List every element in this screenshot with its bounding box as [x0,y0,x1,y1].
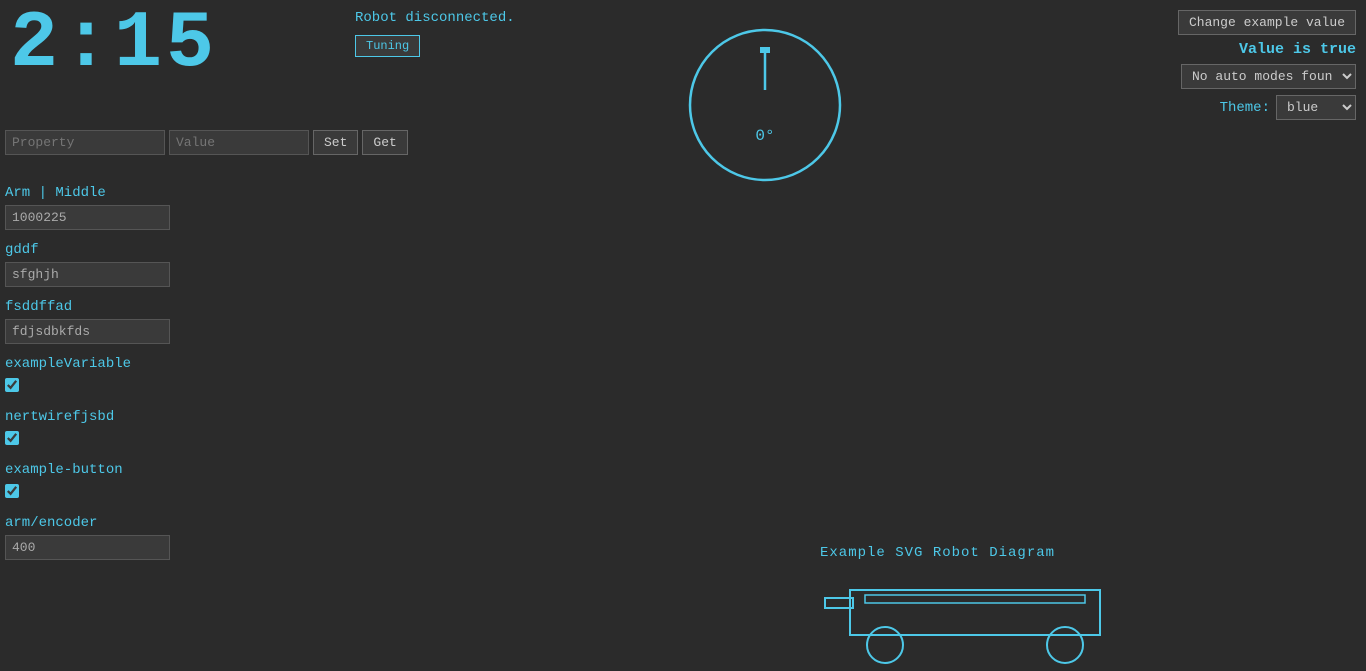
set-button[interactable]: Set [313,130,358,155]
value-status: Value is true [1239,41,1356,58]
tuning-checkbox-examplevariable[interactable] [5,378,19,392]
theme-row: Theme: blue dark light [1220,95,1356,120]
value-input[interactable] [169,130,309,155]
tuning-label-nertwirefjsbd: nertwirefjsbd [5,409,190,425]
gyro-svg: 0° [680,20,850,190]
tuning-group-examplevariable: exampleVariable [5,356,190,397]
theme-select[interactable]: blue dark light [1276,95,1356,120]
tuning-label-fsddffad: fsddffad [5,299,190,315]
tuning-group-gddf: gddf [5,242,190,287]
tuning-button[interactable]: Tuning [355,35,420,57]
tuning-input-fsddffad[interactable] [5,319,170,344]
tuning-label-examplevariable: exampleVariable [5,356,190,372]
right-panel: Change example value Value is true No au… [1178,10,1356,120]
robot-diagram-label: Example SVG Robot Diagram [820,545,1055,561]
property-value-row: Set Get [5,130,408,155]
tuning-input-arm-encoder[interactable] [5,535,170,560]
tuning-group-example-button: example-button [5,462,190,503]
tuning-group-arm-middle: Arm | Middle [5,185,190,230]
tuning-label-arm-encoder: arm/encoder [5,515,190,531]
change-example-button[interactable]: Change example value [1178,10,1356,35]
tuning-group-fsddffad: fsddffad [5,299,190,344]
robot-status: Robot disconnected. [355,10,515,26]
gyro-container: 0° [680,20,850,195]
tuning-label-example-button: example-button [5,462,190,478]
auto-modes-select[interactable]: No auto modes found [1181,64,1356,89]
tuning-input-arm-middle[interactable] [5,205,170,230]
tuning-checkbox-nertwirefjsbd[interactable] [5,431,19,445]
svg-text:0°: 0° [755,127,774,145]
property-input[interactable] [5,130,165,155]
timer-display: 2:15 [10,5,218,85]
tuning-label-arm-middle: Arm | Middle [5,185,190,201]
tuning-panel: Arm | Middle gddf fsddffad exampleVariab… [5,185,190,572]
robot-diagram-svg [820,570,1130,670]
tuning-group-nertwirefjsbd: nertwirefjsbd [5,409,190,450]
theme-label: Theme: [1220,100,1270,116]
tuning-group-arm-encoder: arm/encoder [5,515,190,560]
tuning-label-gddf: gddf [5,242,190,258]
get-button[interactable]: Get [362,130,407,155]
tuning-checkbox-example-button[interactable] [5,484,19,498]
tuning-input-gddf[interactable] [5,262,170,287]
